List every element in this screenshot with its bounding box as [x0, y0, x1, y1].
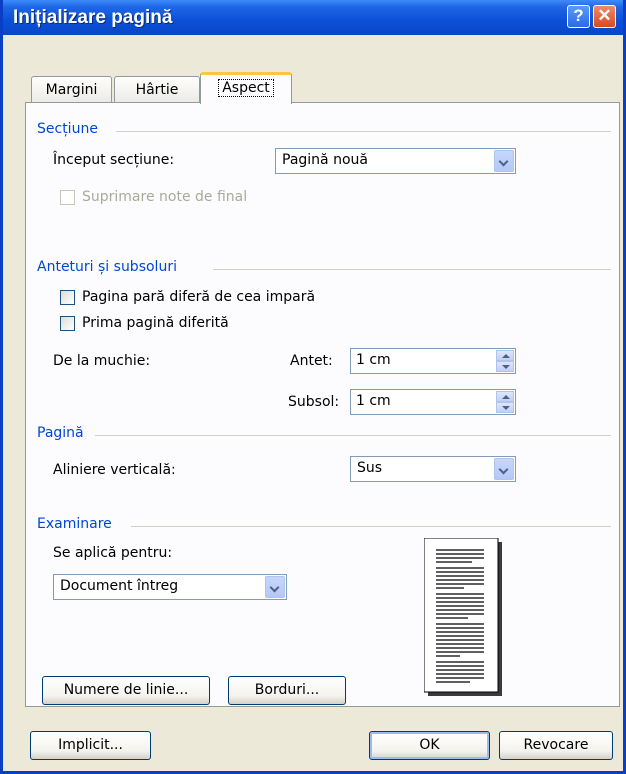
apply-to-label: Se aplică pentru:	[53, 545, 173, 561]
spin-down-icon[interactable]	[496, 361, 514, 372]
page-preview-image	[424, 538, 502, 696]
default-button[interactable]: Implicit...	[30, 731, 151, 760]
first-page-label: Prima pagină diferită	[82, 315, 229, 331]
close-button[interactable]: ✕	[593, 5, 616, 28]
section-divider	[116, 131, 611, 132]
headers-footers-divider	[213, 269, 611, 270]
spin-up-icon[interactable]	[496, 350, 514, 361]
tab-aspect[interactable]: Aspect	[200, 72, 292, 104]
chevron-down-icon[interactable]	[265, 576, 285, 598]
vertical-alignment-value: Sus	[357, 460, 383, 476]
apply-to-value: Document întreg	[60, 578, 179, 594]
footer-distance-label: Subsol:	[288, 394, 340, 410]
suppress-endnotes-label: Suprimare note de final	[82, 189, 248, 205]
preview-heading: Examinare	[37, 516, 112, 532]
suppress-endnotes-checkbox[interactable]	[60, 190, 75, 205]
ok-button[interactable]: OK	[369, 731, 490, 760]
footer-distance-value: 1 cm	[356, 393, 391, 409]
chevron-down-icon[interactable]	[494, 458, 514, 480]
header-distance-spinner[interactable]: 1 cm	[350, 348, 516, 374]
first-page-checkbox[interactable]	[60, 316, 75, 331]
headers-footers-heading: Anteturi și subsoluri	[37, 259, 177, 275]
borders-button[interactable]: Borduri...	[228, 676, 346, 705]
spin-down-icon[interactable]	[496, 402, 514, 413]
odd-even-label: Pagina pară diferă de cea impară	[82, 289, 316, 305]
tab-margini-label: Margini	[45, 82, 98, 98]
page-divider	[95, 435, 611, 436]
preview-divider	[131, 526, 611, 527]
title-bar[interactable]: Inițializare pagină ? ✕	[3, 0, 623, 35]
section-heading: Secțiune	[37, 121, 98, 137]
from-edge-label: De la muchie:	[53, 353, 151, 369]
tab-aspect-label: Aspect	[218, 79, 274, 97]
chevron-down-icon[interactable]	[494, 150, 514, 172]
help-button[interactable]: ?	[567, 5, 590, 28]
section-start-value: Pagină nouă	[282, 152, 368, 168]
spin-up-icon[interactable]	[496, 391, 514, 402]
dialog-title: Inițializare pagină	[13, 7, 173, 28]
header-distance-value: 1 cm	[356, 352, 391, 368]
footer-distance-spinner[interactable]: 1 cm	[350, 389, 516, 415]
odd-even-checkbox[interactable]	[60, 290, 75, 305]
vertical-alignment-select[interactable]: Sus	[350, 456, 516, 482]
tab-hartie[interactable]: Hârtie	[114, 76, 200, 102]
tab-hartie-label: Hârtie	[135, 82, 179, 98]
vertical-alignment-label: Aliniere verticală:	[53, 462, 176, 478]
section-start-select[interactable]: Pagină nouă	[275, 148, 516, 174]
line-numbers-button[interactable]: Numere de linie...	[42, 676, 210, 705]
page-setup-dialog: Inițializare pagină ? ✕ Margini Hârtie A…	[0, 0, 626, 774]
tab-margini[interactable]: Margini	[31, 76, 112, 102]
cancel-button[interactable]: Revocare	[499, 731, 613, 760]
page-heading: Pagină	[37, 425, 84, 441]
section-start-label: Început secțiune:	[53, 152, 175, 168]
header-distance-label: Antet:	[290, 353, 333, 369]
apply-to-select[interactable]: Document întreg	[53, 574, 287, 600]
